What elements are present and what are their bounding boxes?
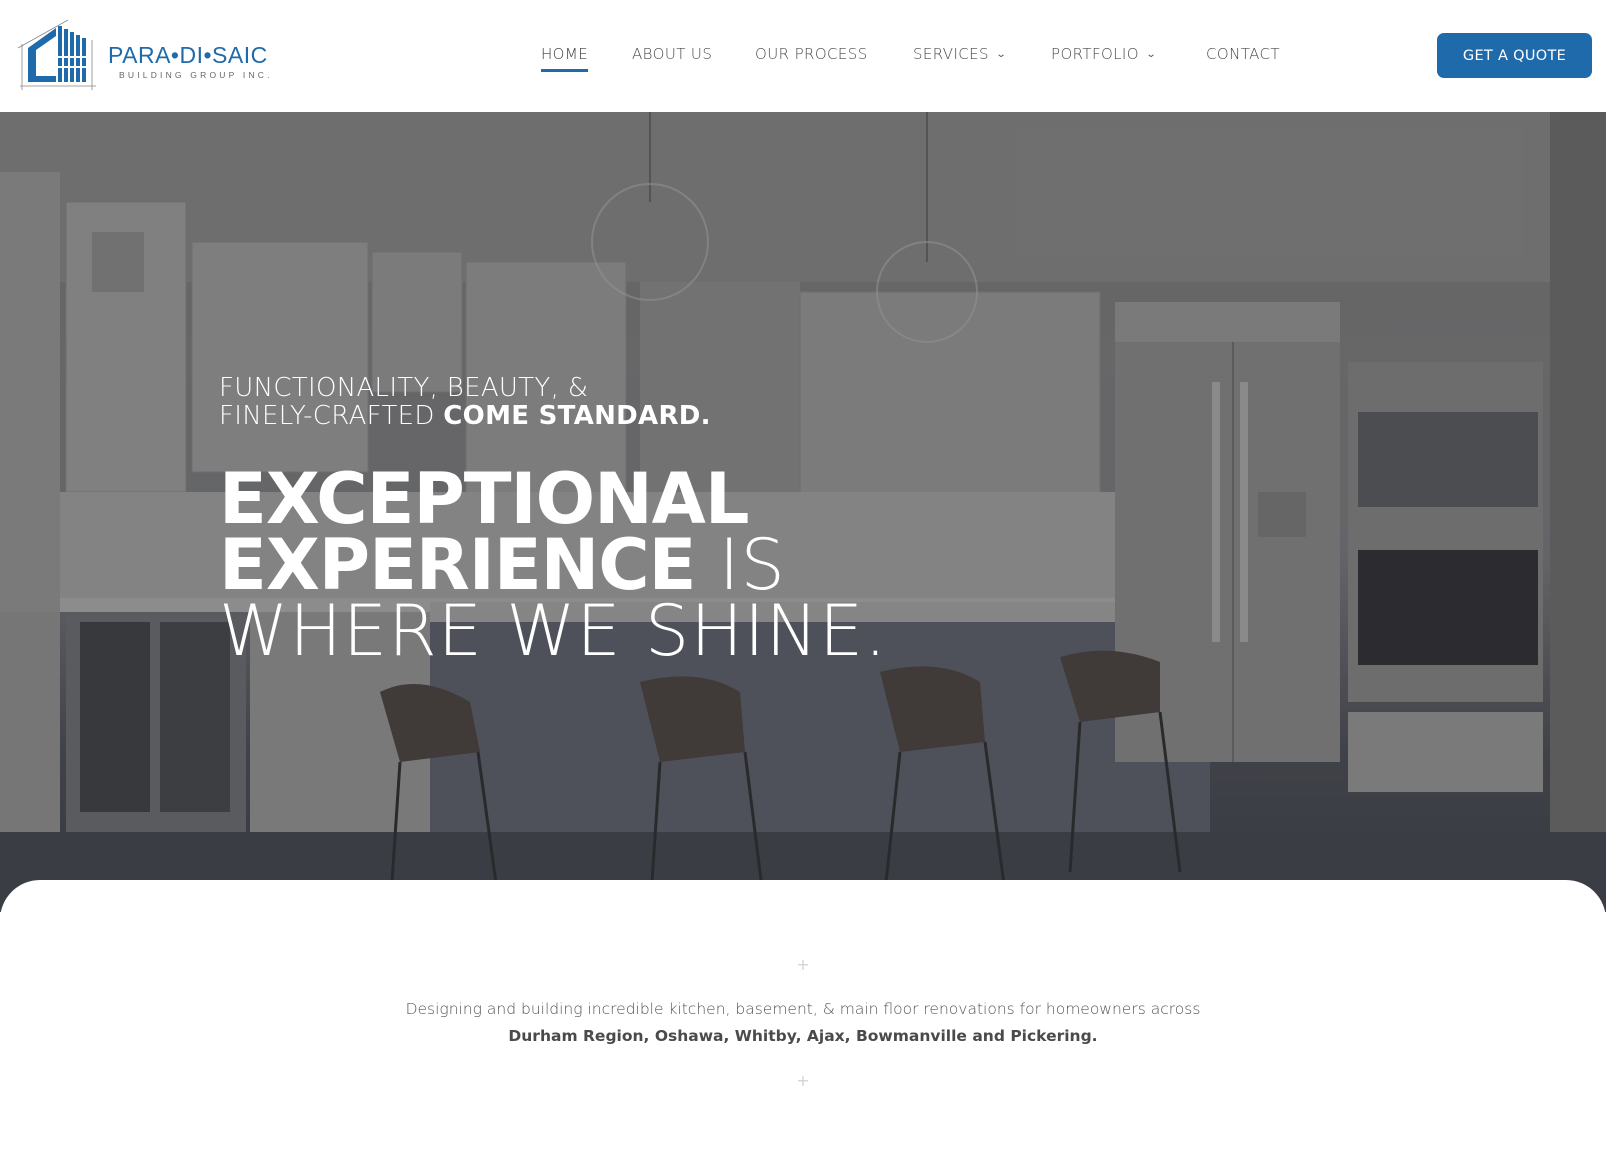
tagline-light: FINELY-CRAFTED xyxy=(219,401,435,431)
nav-item-portfolio[interactable]: PORTFOLIO ⌄ xyxy=(1051,45,1158,63)
nav-item-about-us[interactable]: ABOUT US xyxy=(632,45,712,63)
nav-item-label: ABOUT US xyxy=(632,45,713,63)
get-a-quote-button[interactable]: GET A QUOTE xyxy=(1437,33,1592,78)
nav-item-label: SERVICES xyxy=(913,45,989,63)
tagline-bold: COME STANDARD. xyxy=(443,401,711,431)
site-header: PARA•DI•SAIC BUILDING GROUP INC. HOME AB… xyxy=(0,0,1606,112)
nav-item-label: PORTFOLIO xyxy=(1051,45,1139,63)
intro-section: + Designing and building incredible kitc… xyxy=(0,880,1606,1176)
chevron-down-icon: ⌄ xyxy=(1145,49,1158,60)
intro-text-light: Designing and building incredible kitche… xyxy=(405,1000,1201,1018)
nav-item-contact[interactable]: CONTACT xyxy=(1206,45,1280,63)
headline-line-2: EXPERIENCE IS xyxy=(219,530,1119,600)
nav-item-our-process[interactable]: OUR PROCESS xyxy=(755,45,868,63)
nav-item-services[interactable]: SERVICES ⌄ xyxy=(913,45,1008,63)
nav-item-label: CONTACT xyxy=(1206,45,1280,63)
headline-line-3: WHERE WE SHINE. xyxy=(219,590,888,672)
plus-icon: + xyxy=(796,1071,810,1090)
tagline-line-2: FINELY-CRAFTED COME STANDARD. xyxy=(219,402,839,430)
intro-text-locations: Durham Region, Oshawa, Whitby, Ajax, Bow… xyxy=(508,1027,1098,1045)
main-nav: HOME ABOUT US OUR PROCESS SERVICES ⌄ PORT… xyxy=(0,0,1606,112)
hero-tagline: FUNCTIONALITY, BEAUTY, & FINELY-CRAFTED … xyxy=(219,374,839,430)
nav-item-label: HOME xyxy=(541,45,589,63)
intro-text: Designing and building incredible kitche… xyxy=(380,996,1226,1050)
headline-line-1: EXCEPTIONAL xyxy=(219,458,749,540)
nav-item-home[interactable]: HOME xyxy=(541,45,589,72)
hero-headline: EXCEPTIONAL EXPERIENCE IS WHERE WE SHINE… xyxy=(219,458,1119,672)
tagline-line-1: FUNCTIONALITY, BEAUTY, & xyxy=(219,373,589,403)
hero-section: FUNCTIONALITY, BEAUTY, & FINELY-CRAFTED … xyxy=(0,112,1606,912)
nav-item-label: OUR PROCESS xyxy=(755,45,868,63)
plus-icon: + xyxy=(796,955,810,974)
chevron-down-icon: ⌄ xyxy=(995,49,1008,60)
